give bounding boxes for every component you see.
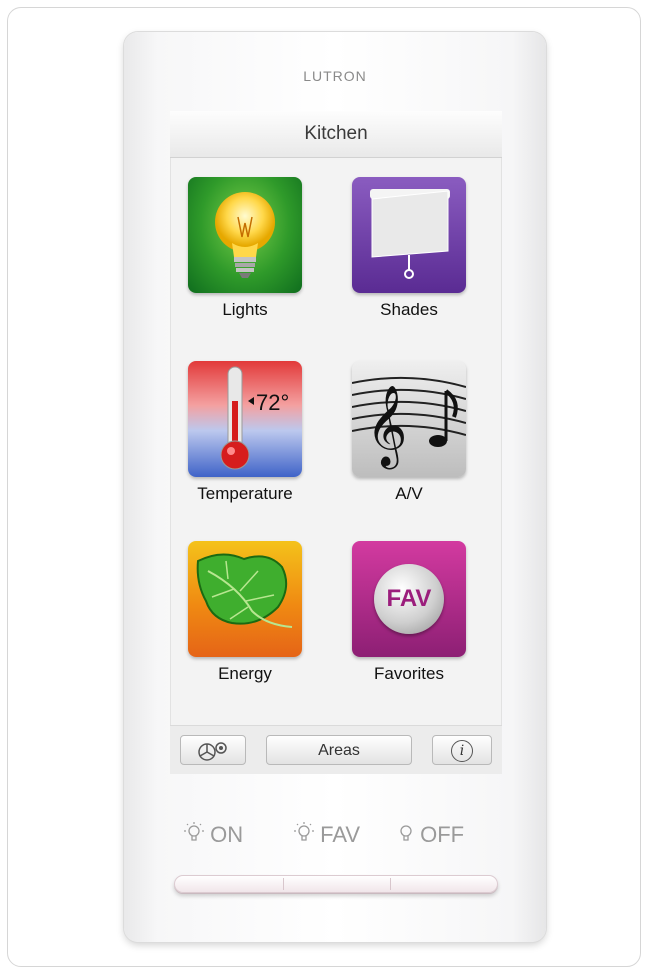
on-label-text: ON [210,822,244,847]
lutron-keypad: LUTRON Kitchen Lights Shades 72° Tempera… [124,32,546,942]
fav-label-text: FAV [320,822,361,847]
light-fav-icon [294,822,314,841]
fav-badge-text: FAV [386,585,432,612]
light-on-icon [184,822,204,841]
bottom-toolbar: Areas i [170,725,502,774]
tile-av[interactable]: 𝄞 A/V [344,361,474,504]
music-notes-icon: 𝄞 [352,361,466,477]
hard-button-labels: ON FAV OFF [124,822,546,852]
settings-button[interactable] [180,735,246,765]
tile-favorites[interactable]: FAV Favorites [344,541,474,684]
tile-temperature[interactable]: 72° Temperature [180,361,310,504]
hard-button-rocker [174,875,498,893]
info-icon: i [451,739,473,762]
fav-button[interactable] [284,876,390,892]
light-off-icon [400,825,412,841]
brand-logo: LUTRON [303,68,367,84]
tile-label: A/V [395,484,423,503]
page-title: Kitchen [170,111,502,158]
settings-icon [198,742,227,761]
tile-label: Temperature [197,484,293,503]
window-shade-icon [352,177,466,293]
tile-label: Energy [218,664,272,683]
temperature-reading: 72° [256,390,290,415]
off-label-text: OFF [420,822,465,847]
fav-badge: FAV [374,564,444,634]
svg-text:𝄞: 𝄞 [366,384,407,469]
fav-icon: FAV [352,541,466,657]
fav-label: FAV [294,822,360,848]
areas-button[interactable]: Areas [266,735,412,765]
on-button[interactable] [175,876,283,892]
info-glyph: i [459,742,465,759]
tile-label: Shades [380,300,438,319]
tile-label: Lights [222,300,268,319]
tile-lights[interactable]: Lights [180,177,310,320]
light-bulb-icon [188,177,302,293]
on-label: ON [184,822,243,848]
thermometer-icon: 72° [188,361,302,477]
off-button[interactable] [391,876,497,892]
tile-energy[interactable]: Energy [180,541,310,684]
info-button[interactable]: i [432,735,492,765]
off-label: OFF [398,822,464,848]
tile-shades[interactable]: Shades [344,177,474,320]
touch-screen: Kitchen Lights Shades 72° Temperature 𝄞 … [170,111,502,774]
tile-label: Favorites [374,664,444,683]
leaf-icon [188,541,302,657]
